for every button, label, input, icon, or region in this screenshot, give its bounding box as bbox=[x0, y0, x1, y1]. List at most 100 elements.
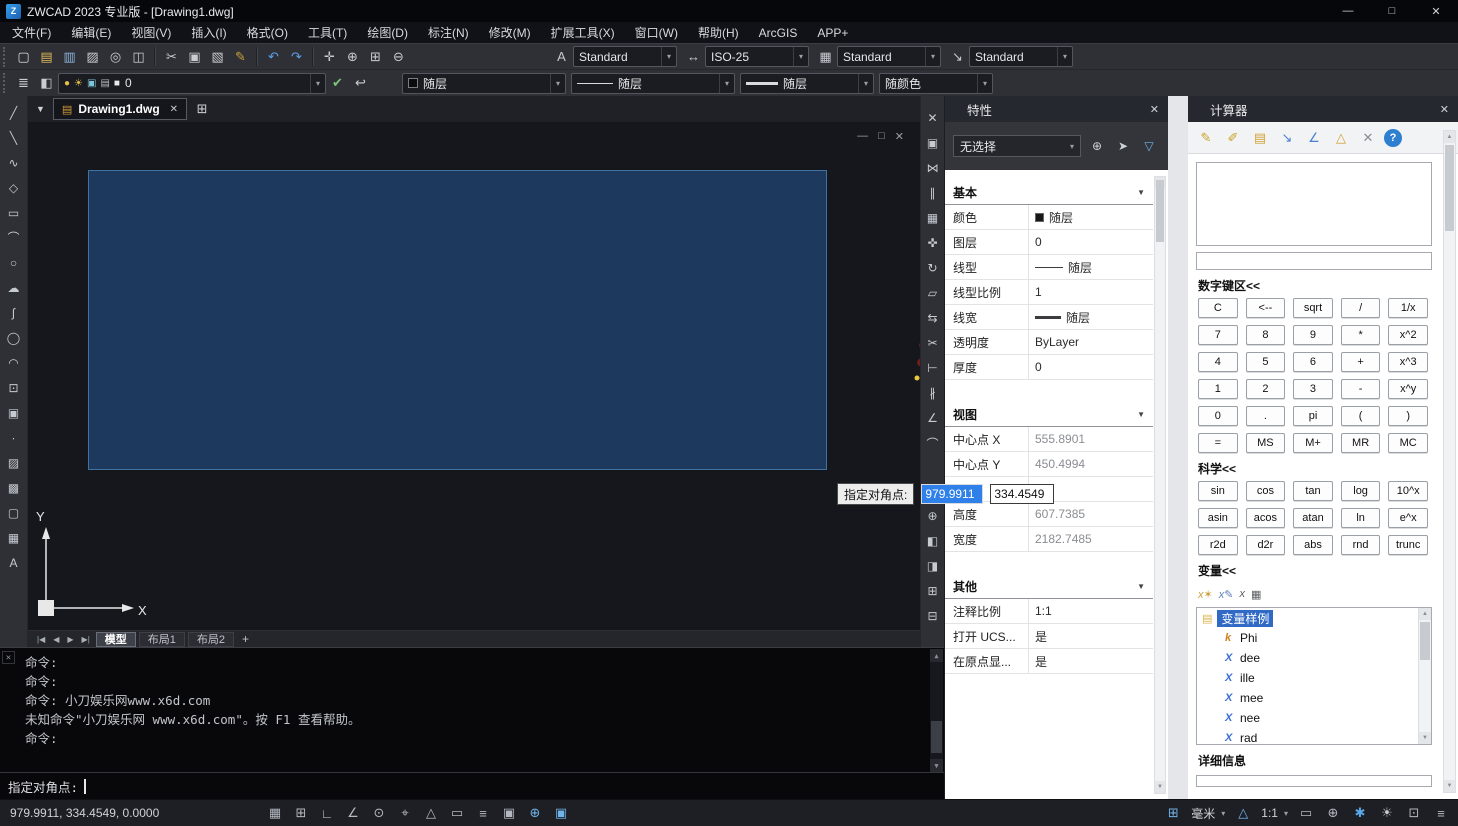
chevron-down-icon[interactable]: ▾ bbox=[1057, 47, 1067, 66]
calc-key[interactable]: 2 bbox=[1246, 379, 1286, 399]
tree-root-item[interactable]: ▤ 变量样例 bbox=[1197, 608, 1431, 628]
ellipse-arc-icon[interactable]: ◠ bbox=[3, 352, 25, 373]
calc-key[interactable]: ) bbox=[1388, 406, 1428, 426]
calc-key[interactable]: ln bbox=[1341, 508, 1381, 528]
calc-key[interactable]: <-- bbox=[1246, 298, 1286, 318]
calc-key[interactable]: sqrt bbox=[1293, 298, 1333, 318]
draw-order-back-icon[interactable]: ◨ bbox=[923, 556, 943, 576]
variable-item[interactable]: X dee bbox=[1197, 648, 1431, 668]
style-combobox[interactable]: Standard ▾ bbox=[573, 46, 677, 67]
maximize-button[interactable]: □ bbox=[1370, 0, 1414, 22]
layer-states-icon[interactable]: ◧ bbox=[35, 72, 58, 94]
mdi-close-icon[interactable]: ✕ bbox=[895, 130, 904, 143]
table-icon[interactable]: ▦ bbox=[3, 527, 25, 548]
calc-key[interactable]: C bbox=[1198, 298, 1238, 318]
arc-icon[interactable]: ⌒ bbox=[3, 227, 25, 248]
scroll-down-icon[interactable]: ▼ bbox=[1444, 780, 1455, 792]
style-combobox[interactable]: ISO-25 ▾ bbox=[705, 46, 809, 67]
polyline-icon[interactable]: ∿ bbox=[3, 152, 25, 173]
tab-list-caret-icon[interactable]: ▼ bbox=[32, 104, 49, 114]
last-layout-icon[interactable]: ▶| bbox=[79, 635, 93, 644]
settings-gear-icon[interactable]: ✱ bbox=[1348, 803, 1372, 824]
calc-key[interactable]: * bbox=[1341, 325, 1381, 345]
menu-item[interactable]: 编辑(E) bbox=[61, 22, 121, 43]
measure-distance-icon[interactable]: ↘ bbox=[1276, 127, 1298, 149]
lineweight-display-icon[interactable]: ≡ bbox=[471, 803, 495, 824]
dynamic-input-y-field[interactable]: 334.4549 bbox=[990, 484, 1054, 504]
paste-icon[interactable]: ▧ bbox=[206, 46, 229, 68]
table-style-icon[interactable]: ▦ bbox=[814, 46, 837, 68]
undo-icon[interactable]: ↶ bbox=[262, 46, 285, 68]
redo-icon[interactable]: ↷ bbox=[285, 46, 308, 68]
property-value[interactable]: 555.8901 bbox=[1029, 432, 1153, 446]
mdi-minimize-icon[interactable]: — bbox=[857, 130, 868, 143]
zoom-realtime-icon[interactable]: ⊕ bbox=[341, 46, 364, 68]
toolbar-grip[interactable] bbox=[3, 47, 7, 67]
color-combobox[interactable]: 随层 ▾ bbox=[402, 73, 566, 94]
calc-key[interactable]: 10^x bbox=[1388, 481, 1428, 501]
close-icon[interactable]: ✕ bbox=[1431, 103, 1458, 116]
calculator-history-display[interactable] bbox=[1196, 162, 1432, 246]
variable-item[interactable]: k Phi bbox=[1197, 628, 1431, 648]
calc-key[interactable]: 3 bbox=[1293, 379, 1333, 399]
menu-item[interactable]: 帮助(H) bbox=[688, 22, 749, 43]
calc-key[interactable]: trunc bbox=[1388, 535, 1428, 555]
calc-key[interactable]: acos bbox=[1246, 508, 1286, 528]
layer-previous-icon[interactable]: ↩ bbox=[349, 72, 372, 94]
zoom-previous-icon[interactable]: ⊖ bbox=[387, 46, 410, 68]
offset-icon[interactable]: ∥ bbox=[923, 183, 943, 203]
stretch-icon[interactable]: ⇆ bbox=[923, 308, 943, 328]
chevron-down-icon[interactable]: ▾ bbox=[550, 74, 560, 93]
calc-key[interactable]: sin bbox=[1198, 481, 1238, 501]
clear-display-icon[interactable]: ✎ bbox=[1195, 127, 1217, 149]
revision-cloud-icon[interactable]: ☁ bbox=[3, 277, 25, 298]
chevron-down-icon[interactable]: ▾ bbox=[977, 74, 987, 93]
menu-item[interactable]: 插入(I) bbox=[181, 22, 236, 43]
chevron-down-icon[interactable]: ▾ bbox=[1070, 142, 1074, 151]
collapse-icon[interactable]: ▼ bbox=[1137, 188, 1145, 197]
scroll-down-icon[interactable]: ▼ bbox=[930, 759, 943, 772]
calc-key[interactable]: x^y bbox=[1388, 379, 1428, 399]
minimize-button[interactable]: — bbox=[1326, 0, 1370, 22]
document-tab[interactable]: ▤ Drawing1.dwg ✕ bbox=[53, 98, 187, 120]
calc-key[interactable]: . bbox=[1246, 406, 1286, 426]
property-value[interactable]: 随层 bbox=[1029, 209, 1153, 226]
calc-key[interactable]: MR bbox=[1341, 433, 1381, 453]
cut-icon[interactable]: ✂ bbox=[160, 46, 183, 68]
style-combobox[interactable]: Standard ▾ bbox=[969, 46, 1073, 67]
menu-item[interactable]: ArcGIS bbox=[749, 22, 808, 43]
layout-tab[interactable]: 布局2 bbox=[188, 632, 234, 647]
gradient-icon[interactable]: ▩ bbox=[3, 477, 25, 498]
calc-key[interactable]: atan bbox=[1293, 508, 1333, 528]
property-value[interactable]: 1:1 bbox=[1029, 604, 1153, 618]
menu-item[interactable]: 工具(T) bbox=[298, 22, 357, 43]
quick-select-icon[interactable]: ▽ bbox=[1138, 135, 1160, 157]
scrollbar-thumb[interactable] bbox=[1156, 180, 1164, 242]
calc-key[interactable]: tan bbox=[1293, 481, 1333, 501]
property-value[interactable]: 随层 bbox=[1029, 309, 1153, 326]
command-close-icon[interactable]: ✕ bbox=[2, 651, 15, 664]
property-value[interactable]: 0 bbox=[1029, 360, 1153, 374]
calc-key[interactable]: 5 bbox=[1246, 352, 1286, 372]
calc-key[interactable]: log bbox=[1341, 481, 1381, 501]
calculator-keys-icon[interactable]: ▦ bbox=[1251, 585, 1261, 603]
edit-variable-icon[interactable]: x✎ bbox=[1219, 585, 1234, 603]
calc-key[interactable]: = bbox=[1198, 433, 1238, 453]
calculator-scrollbar[interactable]: ▲ ▼ bbox=[1443, 130, 1456, 793]
scrollbar-thumb[interactable] bbox=[1420, 622, 1430, 660]
scroll-up-icon[interactable]: ▲ bbox=[1444, 131, 1455, 143]
chevron-down-icon[interactable]: ▾ bbox=[793, 47, 803, 66]
annotation-scale-value[interactable]: 1:1 bbox=[1261, 806, 1278, 820]
match-properties-icon[interactable]: ✎ bbox=[229, 46, 252, 68]
linetype-combobox[interactable]: 随层 ▾ bbox=[571, 73, 735, 94]
details-section-label[interactable]: 详细信息 bbox=[1188, 745, 1458, 773]
mleader-style-icon[interactable]: ↘ bbox=[946, 46, 969, 68]
rectangle-icon[interactable]: ▭ bbox=[3, 202, 25, 223]
chevron-down-icon[interactable]: ▾ bbox=[858, 74, 868, 93]
calc-key[interactable]: 0 bbox=[1198, 406, 1238, 426]
first-layout-icon[interactable]: |◀ bbox=[34, 635, 48, 644]
collapse-icon[interactable]: ▼ bbox=[1137, 582, 1145, 591]
open-file-icon[interactable]: ▤ bbox=[35, 46, 58, 68]
property-value[interactable]: 是 bbox=[1029, 653, 1153, 670]
zoom-window-icon[interactable]: ⊞ bbox=[364, 46, 387, 68]
